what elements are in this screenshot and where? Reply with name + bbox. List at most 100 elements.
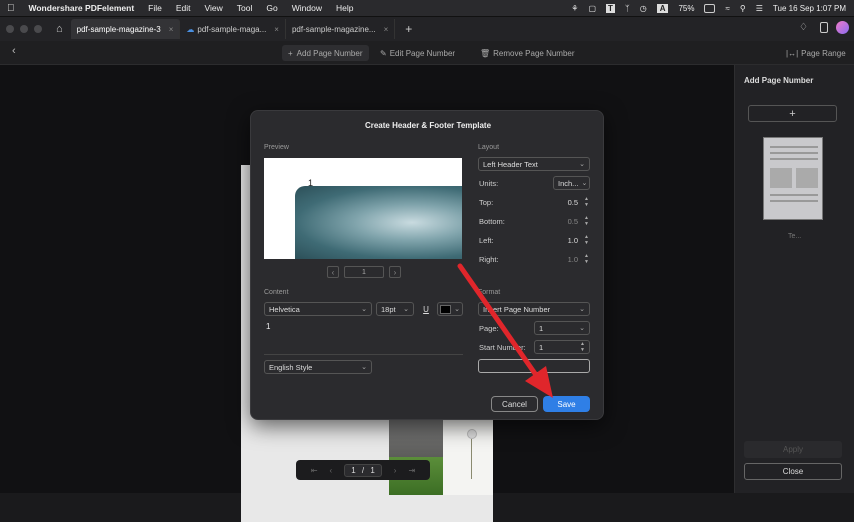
clock-datetime[interactable]: Tue 16 Sep 1:07 PM	[773, 4, 846, 13]
menu-view[interactable]: View	[198, 3, 230, 13]
chevron-down-icon: ⌄	[579, 306, 585, 313]
zoom-window-button[interactable]	[34, 25, 42, 33]
add-page-number-button[interactable]: + Add Page Number	[282, 45, 369, 61]
units-select[interactable]: Inch... ⌄	[553, 176, 590, 190]
tab-document-2[interactable]: ☁ pdf-sample-maga... ×	[180, 19, 286, 39]
font-size-select[interactable]: 18pt ⌄	[376, 302, 414, 316]
top-margin-stepper[interactable]: 0.5 ▲ ▼	[554, 195, 590, 209]
next-page-icon[interactable]: ›	[394, 466, 397, 475]
preview-image	[295, 186, 462, 259]
top-value: 0.5	[567, 197, 578, 207]
chevron-down-icon: ⌄	[361, 364, 367, 371]
underline-button[interactable]: U	[419, 302, 433, 316]
status-icon-2[interactable]: ▢	[588, 4, 596, 13]
close-icon[interactable]: ×	[384, 25, 389, 34]
stepper-icon[interactable]: ▲ ▼	[580, 341, 585, 353]
left-margin-stepper[interactable]: 1.0 ▲ ▼	[554, 233, 590, 247]
bluetooth-icon[interactable]: ᛉ	[625, 4, 630, 13]
layout-label: Layout	[478, 144, 500, 151]
remove-page-number-button[interactable]: 🗑 Remove Page Number	[474, 45, 581, 61]
bottom-margin-stepper[interactable]: 0.5 ▲ ▼	[554, 214, 590, 228]
cancel-button[interactable]: Cancel	[491, 396, 538, 412]
format-preview-field[interactable]	[478, 359, 590, 373]
page-select[interactable]: 1 ⌄	[534, 321, 590, 335]
right-value: 1.0	[567, 254, 578, 264]
remove-page-number-label: Remove Page Number	[493, 48, 575, 58]
apple-icon[interactable]: 	[0, 3, 22, 14]
home-icon[interactable]: ⌂	[56, 23, 63, 35]
right-margin-stepper[interactable]: 1.0 ▲ ▼	[554, 252, 590, 266]
format-value: Insert Page Number	[483, 304, 551, 314]
number-style-value: English Style	[269, 362, 313, 372]
edit-page-number-button[interactable]: ✎ Edit Page Number	[374, 45, 461, 61]
content-text-area[interactable]: 1	[264, 318, 463, 355]
status-icon-3[interactable]: T	[606, 4, 615, 13]
font-color-select[interactable]: ⌄	[437, 302, 463, 316]
edit-page-number-label: Edit Page Number	[389, 48, 456, 58]
control-center-icon[interactable]: ☰	[756, 4, 763, 13]
stepper-icon[interactable]: ▲ ▼	[584, 253, 589, 265]
format-select[interactable]: Insert Page Number ⌄	[478, 302, 590, 316]
new-tab-button[interactable]: +	[405, 22, 412, 36]
status-icon-1[interactable]: ⚘	[571, 4, 578, 13]
stepper-icon[interactable]: ▲ ▼	[584, 234, 589, 246]
apply-button[interactable]: Apply	[744, 441, 842, 458]
menu-go[interactable]: Go	[259, 3, 284, 13]
tab-label: pdf-sample-maga...	[197, 24, 267, 34]
template-thumbnail[interactable]	[763, 137, 823, 220]
menu-tool[interactable]: Tool	[230, 3, 260, 13]
current-page: 1	[351, 465, 356, 475]
prev-page-icon[interactable]: ‹	[330, 466, 333, 475]
save-button[interactable]: Save	[543, 396, 590, 412]
page-navigation: ⇤ ‹ 1 / 1 › ⇥	[296, 460, 430, 480]
right-label: Right:	[479, 255, 499, 264]
top-label: Top:	[479, 198, 494, 207]
device-icon[interactable]	[820, 22, 828, 33]
stepper-icon[interactable]: ▲ ▼	[584, 215, 589, 227]
preview-page: 1	[344, 266, 384, 278]
avatar[interactable]	[836, 21, 849, 34]
start-number-stepper[interactable]: 1 ▲ ▼	[534, 340, 590, 354]
tab-document-1[interactable]: pdf-sample-magazine-3 ×	[70, 19, 181, 39]
layout-position-select[interactable]: Left Header Text ⌄	[478, 157, 590, 171]
close-icon[interactable]: ×	[169, 25, 174, 34]
last-page-icon[interactable]: ⇥	[408, 466, 415, 475]
chevron-down-icon: ⌄	[579, 161, 585, 168]
close-window-button[interactable]	[6, 25, 14, 33]
add-template-button[interactable]: +	[748, 105, 837, 122]
preview-area: 1	[264, 158, 462, 259]
font-select[interactable]: Helvetica ⌄	[264, 302, 372, 316]
preview-prev-icon[interactable]: ‹	[327, 266, 339, 278]
wifi-icon[interactable]: ≈	[725, 4, 729, 13]
preview-next-icon[interactable]: ›	[389, 266, 401, 278]
tab-label: pdf-sample-magazine...	[291, 24, 376, 34]
format-label: Format	[478, 289, 501, 296]
minimize-window-button[interactable]	[20, 25, 28, 33]
menu-window[interactable]: Window	[285, 3, 329, 13]
search-icon[interactable]: ⚲	[740, 4, 746, 13]
right-panel: Add Page Number + Te... Apply Close	[734, 65, 854, 493]
app-menu[interactable]: Wondershare PDFelement	[22, 3, 142, 13]
back-icon[interactable]: ‹	[12, 45, 16, 57]
stepper-icon[interactable]: ▲ ▼	[584, 196, 589, 208]
first-page-icon[interactable]: ⇤	[311, 466, 318, 475]
input-source-icon[interactable]: A	[656, 4, 669, 13]
page-range-button[interactable]: |↔| Page Range	[780, 45, 852, 61]
number-style-select[interactable]: English Style ⌄	[264, 360, 372, 374]
page-separator: /	[361, 465, 365, 475]
units-label: Units:	[479, 179, 499, 188]
close-icon[interactable]: ×	[274, 25, 279, 34]
menu-help[interactable]: Help	[329, 3, 360, 13]
tab-document-3[interactable]: pdf-sample-magazine... ×	[286, 19, 396, 39]
clock-icon[interactable]: ◷	[640, 4, 647, 13]
menu-file[interactable]: File	[141, 3, 169, 13]
chevron-down-icon: ⌄	[454, 306, 460, 313]
battery-icon[interactable]	[704, 4, 716, 13]
page-number-field[interactable]: 1 / 1	[344, 463, 382, 477]
menu-edit[interactable]: Edit	[169, 3, 198, 13]
font-value: Helvetica	[269, 304, 300, 314]
close-button[interactable]: Close	[744, 463, 842, 480]
tab-bar: ⌂ pdf-sample-magazine-3 × ☁ pdf-sample-m…	[0, 17, 854, 41]
notification-icon[interactable]: ♢	[799, 22, 808, 33]
plus-icon: +	[288, 48, 293, 58]
